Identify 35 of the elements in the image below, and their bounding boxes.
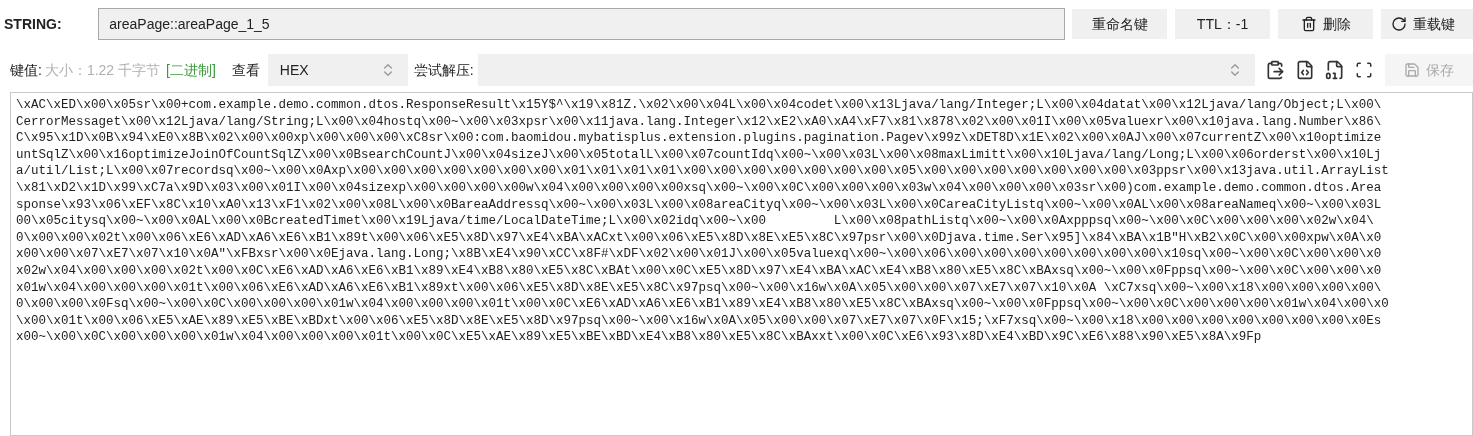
reload-icon: [1391, 16, 1407, 32]
hex-line: a/util/List;L\x00\x07recordsq\x00~\x00\x0Axp\x00\x00\x00\x00\x00\x00\x00\x01\x01\x01\x01\x00\x00\x00\x00\x00\x00\x00\x05\x00\x00\x00\x00\x00\x00\x00\x03ppsr\x00\x13java.util.ArrayList: [16, 163, 1389, 180]
binary-file-icon[interactable]: [1325, 60, 1346, 80]
trash-icon: [1300, 16, 1317, 32]
hex-line: \x81\xD2\x1D\x99\xC7a\x9D\x03\x00\x01I\x00\x04sizexp\x00\x00\x00\x00w\x04\x00\x00\x00\x00xsq\x00~\x00\x0C\x00\x00\x00\x03w\x04\x00\x00\x00\x03sr\x00)com.example.demo.common.dtos.Area: [16, 179, 1382, 197]
decompress-label: 尝试解压:: [413, 60, 474, 80]
hex-line: 0\x00\x00\x02t\x00\x06\xE6\xAD\xA6\xE6\xB1\x89t\x00\x06\xE5\x8D\x97\xE4\xBA\xACxt\x00\x06\xE5\x8D\x8E\xE5\x8C\x97psr\x00\x0Djava.time.Ser\x95]\x84\xBA\x1B"H\xB2\x0C\x00\x00xpw\x0A\x0: [16, 229, 1382, 247]
hex-line: x02w\x04\x00\x00\x00\x02t\x00\x0C\xE6\xAD\xA6\xE6\xB1\x89\xE4\xB8\x80\xE5\x8C\xBAt\x00\x0C\xE5\x8D\x97\xE4\xBA\xAC\xE4\xB8\x80\xE5\x8C\xBAxsq\x00~\x00\x0Fppsq\x00~\x00\x0C\x00\x00\x0: [16, 262, 1382, 280]
size-text: 大小：1.22 千字节: [44, 60, 161, 80]
hex-line: 0\x00\x00\x0Fsq\x00~\x00\x0C\x00\x00\x00\x01w\x04\x00\x00\x00\x01t\x00\x0C\xE6\xAD\xA6\xE6\xB1\x89\xE4\xB8\x80\xE5\x8C\xBAxsq\x00~\x00\x0Fppsq\x00~\x00\x0C\x00\x00\x00\x01w\x04\x00\x0: [16, 296, 1389, 313]
code-file-icon[interactable]: [1295, 60, 1316, 80]
clipboard-icon[interactable]: [1265, 60, 1286, 80]
hex-line: x01w\x04\x00\x00\x00\x01t\x00\x06\xE6\xAD\xA6\xE6\xB1\x89xt\x00\x06\xE5\x8D\x8E\xE5\x8C\x97psq\x00~\x00\x16w\x0A\x05\x00\x00\x07\xE7\x07\x10\x0A \xC7xsq\x00~\x00\x18\x00\x00\x00\x00\: [16, 279, 1382, 297]
delete-button[interactable]: 删除: [1278, 9, 1373, 39]
hex-line: sponse\x93\x06\xEF\x8C\x10\xA0\x13\xF1\x02\x00\x08L\x00\x0BareaAddressq\x00~\x00\x03L\x00\x08areaCityq\x00~\x00\x03L\x00\x0CareaCityListq\x00~\x00\x0AL\x00\x08areaNameq\x00~\x00\x03L: [16, 196, 1382, 214]
value-editor[interactable]: [10, 92, 1473, 436]
view-mode-select[interactable]: HEX: [267, 54, 408, 86]
value-label: 键值:: [10, 60, 42, 80]
hex-line: 00\x05citysq\x00~\x00\x0AL\x00\x0BcreatedTimet\x00\x19Ljava/time/LocalDateTime;L\x00\x02idq\x00~\x00 L\x00\x08pathListq\x00~\x00\x0Axpppsq\x00~\x00\x0C\x00\x00\x00\x02w\x04\: [16, 213, 1374, 230]
rename-button[interactable]: 重命名键: [1072, 9, 1167, 39]
key-name-field[interactable]: areaPage::areaPage_1_5: [98, 8, 1065, 40]
hex-line: CerrorMessaget\x00\x12Ljava/lang/String;L\x00\x04hostq\x00~\x00\x03xpsr\x00\x11java.lang.Integer\x12\xE2\xA0\xA4\xF7\x81\x878\x02\x00\x01I\x00\x05valuexr\x00\x10java.lang.Number\x86\: [16, 113, 1382, 131]
hex-line: x00~\x00\x0C\x00\x00\x00\x01w\x04\x00\x00\x00\x01t\x00\x0C\xE5\xAE\x89\xE5\xBE\xBD\xE4\xB8\x80\xE5\x8C\xBAxxt\x00\x0C\xE6\x93\x8D\xE4\xBD\x9C\xE6\x88\x90\xE5\x8A\x9Fp: [16, 329, 1262, 346]
ttl-button[interactable]: TTL：-1: [1175, 9, 1270, 39]
hex-line: untSqlZ\x00\x16optimizeJoinOfCountSqlZ\x00\x0BsearchCountJ\x00\x04sizeJ\x00\x05totalL\x00\x07countIdq\x00~\x00\x03L\x00\x08maxLimitt\x00\x10Ljava/lang/Long;L\x00\x06orderst\x00\x10Lj: [16, 146, 1382, 164]
hex-line: C\x95\x1D\x0B\x94\xE0\x8B\x02\x00\x00xp\x00\x00\x00\xC8sr\x00:com.baomidou.mybatisplus.extension.plugins.pagination.Pagev\x99z\xDET8D\x1E\x02\x00\x0AJ\x00\x07currentZ\x00\x10optimize: [16, 130, 1382, 147]
key-type-label: STRING:: [3, 14, 63, 34]
view-label: 查看: [231, 60, 260, 80]
binary-tag: [二进制]: [166, 59, 216, 81]
save-icon: [1404, 62, 1421, 78]
reload-button[interactable]: 重载键: [1381, 9, 1473, 39]
hex-line: \xAC\xED\x00\x05sr\x00+com.example.demo.common.dtos.ResponseResult\x15Y$^\x19\x81Z.\x02\x00\x04L\x00\x04codet\x00\x13Ljava/lang/Integer;L\x00\x04datat\x00\x12Ljava/lang/Object;L\x00\: [16, 97, 1382, 114]
hex-line: x00\x00\x07\xE7\x07\x10\x0A"\xFBxsr\x00\x0Ejava.lang.Long;\x8B\xE4\x90\xCC\x8F#\xDF\x02\x00\x01J\x00\x05valuexq\x00~\x00\x06\x00\x00\x00\x00\x00\x00\x00\x10sq\x00~\x00\x0C\x00\x00\x0: [16, 246, 1382, 263]
fullscreen-icon[interactable]: [1355, 61, 1374, 79]
hex-line: \x00\x01t\x00\x06\xE5\xAE\x89\xE5\xBE\xBDxt\x00\x06\xE5\x8D\x8E\xE5\x8D\x97psq\x00~\x00\x16w\x0A\x05\x00\x00\x07\xE7\x07\x0F\x15;\xF7xsq\x00~\x00\x18\x00\x00\x00\x00\x00\x00\x00\x0Es: [16, 312, 1382, 330]
